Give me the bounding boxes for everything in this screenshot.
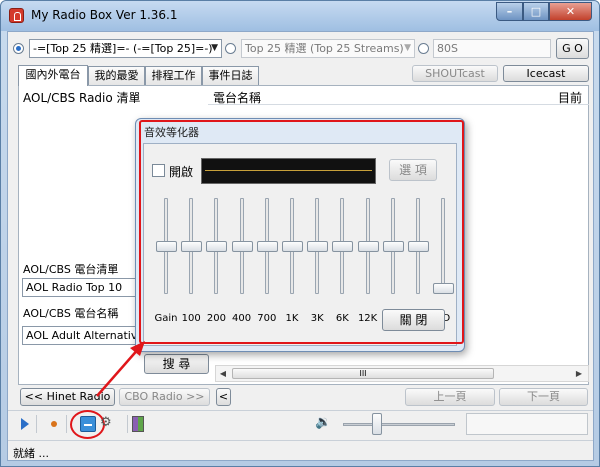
column-station-name[interactable]: 電台名稱 xyxy=(213,89,261,106)
scroll-left-icon[interactable]: ◀ xyxy=(218,369,228,378)
eq-band-thumb[interactable] xyxy=(357,240,379,252)
scroll-thumb[interactable]: III xyxy=(232,368,494,379)
equalizer-title: 音效等化器 xyxy=(144,126,199,139)
toolbar-separator xyxy=(36,415,37,433)
search-button[interactable]: 搜 尋 xyxy=(144,354,209,374)
list-header-aol: AOL/CBS Radio 清單 xyxy=(23,91,141,105)
eq-band-thumb[interactable] xyxy=(307,240,329,252)
enable-label[interactable]: 開啟 xyxy=(169,163,193,180)
station-select[interactable]: -=[Top 25 精選]=- (-=[Top 25]=-) ▼ xyxy=(29,39,222,58)
app-logo-icon xyxy=(9,8,24,23)
toolbar-separator xyxy=(127,415,128,433)
eq-band-thumb[interactable] xyxy=(382,240,404,252)
settings-icon[interactable]: ⚙ xyxy=(100,415,112,430)
eq-band-thumb[interactable] xyxy=(256,240,278,252)
close-window-button[interactable]: ✕ xyxy=(549,2,592,21)
eq-band-thumb[interactable] xyxy=(332,240,354,252)
volume-icon[interactable]: 🔉 xyxy=(315,415,331,430)
toolbar-separator xyxy=(66,415,67,433)
chevron-down-icon: ▼ xyxy=(211,43,218,53)
maximize-button[interactable]: □ xyxy=(523,2,549,21)
eq-band-thumb[interactable] xyxy=(433,283,455,294)
eq-band-track[interactable] xyxy=(441,198,446,294)
go-button[interactable]: G O xyxy=(556,38,589,59)
equalizer-dialog: 音效等化器 開啟 選 項 Gain1002004007001K3K6K12K14… xyxy=(135,118,465,352)
eq-band-thumb[interactable] xyxy=(206,240,228,252)
eq-band-thumb[interactable] xyxy=(231,240,253,252)
equalizer-body: 開啟 選 項 Gain1002004007001K3K6K12K14K16K3D… xyxy=(143,143,457,346)
scroll-right-icon[interactable]: ▶ xyxy=(574,369,584,378)
spectrum-baseline xyxy=(205,170,372,171)
stream-list-radio[interactable] xyxy=(225,43,236,54)
shoutcast-button[interactable]: SHOUTcast xyxy=(412,65,498,82)
minimize-button[interactable]: – xyxy=(496,2,523,21)
record-icon[interactable] xyxy=(51,421,57,427)
station-list-select-value: AOL Radio Top 10 xyxy=(26,281,123,294)
spectrum-display xyxy=(201,158,376,184)
status-display xyxy=(466,413,588,435)
volume-slider[interactable] xyxy=(343,423,455,426)
tab-event-log[interactable]: 事件日誌 xyxy=(202,66,259,85)
station-select-value: -=[Top 25 精選]=- (-=[Top 25]=-) xyxy=(33,42,213,55)
equalizer-close-button[interactable]: 關 閉 xyxy=(382,309,445,331)
tab-domestic-foreign[interactable]: 國內外電台 xyxy=(18,65,88,86)
title-bar[interactable]: My Radio Box Ver 1.36.1 – □ ✕ xyxy=(1,1,599,31)
prev-page-button[interactable]: 上一頁 xyxy=(405,388,495,406)
station-name-label: AOL/CBS 電台名稱 xyxy=(23,307,119,320)
next-page-button[interactable]: 下一頁 xyxy=(499,388,588,406)
eq-band-thumb[interactable] xyxy=(408,240,429,252)
station-table-header xyxy=(208,87,589,105)
station-name-select-value: AOL Adult Alternative xyxy=(26,329,145,342)
back-button[interactable]: < xyxy=(216,388,231,406)
search-radio[interactable] xyxy=(418,43,429,54)
horizontal-scrollbar[interactable]: ◀ III ▶ xyxy=(215,365,589,382)
stream-select[interactable]: Top 25 精選 (Top 25 Streams) ▼ xyxy=(241,39,415,58)
chevron-down-icon: ▼ xyxy=(404,43,411,53)
options-button[interactable]: 選 項 xyxy=(389,159,437,181)
column-current[interactable]: 目前 xyxy=(558,89,582,106)
stream-select-value: Top 25 精選 (Top 25 Streams) xyxy=(245,42,404,55)
status-text: 就緒 ... xyxy=(13,447,49,460)
eq-band-thumb[interactable] xyxy=(181,240,203,252)
book-icon[interactable] xyxy=(132,416,144,432)
play-icon[interactable] xyxy=(21,418,29,430)
window-title: My Radio Box Ver 1.36.1 xyxy=(31,8,178,22)
enable-checkbox[interactable] xyxy=(152,164,165,177)
hinet-radio-button[interactable]: << Hinet Radio xyxy=(20,388,115,406)
statusbar-divider xyxy=(8,440,593,441)
search-input-value: 80S xyxy=(437,42,458,55)
station-list-label: AOL/CBS 電台清單 xyxy=(23,263,119,276)
search-input[interactable]: 80S xyxy=(433,39,551,58)
tab-favorites[interactable]: 我的最愛 xyxy=(88,66,145,85)
station-list-radio[interactable] xyxy=(13,43,24,54)
eq-band-thumb[interactable] xyxy=(156,240,177,252)
cbo-radio-button[interactable]: CBO Radio >> xyxy=(119,388,210,406)
tab-schedule[interactable]: 排程工作 xyxy=(145,66,202,85)
eq-band-thumb[interactable] xyxy=(282,240,303,252)
volume-thumb[interactable] xyxy=(372,413,382,435)
icecast-button[interactable]: Icecast xyxy=(503,65,589,82)
